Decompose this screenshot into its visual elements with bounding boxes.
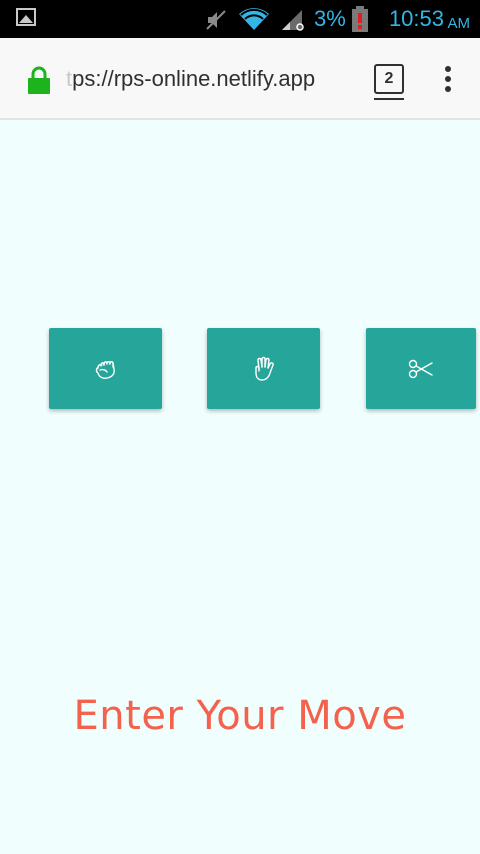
menu-dot (445, 66, 451, 72)
browser-toolbar: tps://rps-online.netlify.app 2 (0, 38, 480, 120)
enter-move-prompt: Enter Your Move (73, 693, 407, 739)
clock-time: 10:53 (388, 6, 444, 31)
url-text: ps://rps-online.netlify.app (72, 66, 316, 91)
menu-dot (445, 76, 451, 82)
clock-ampm: AM (447, 15, 471, 32)
gallery-icon (16, 8, 36, 26)
scissors-button[interactable] (366, 328, 476, 409)
wifi-icon (239, 8, 269, 31)
rock-button[interactable] (49, 328, 162, 409)
battery-percent: 3% (314, 6, 346, 31)
paper-button[interactable] (207, 328, 320, 409)
overflow-menu-button[interactable] (440, 66, 456, 96)
battery-alert-icon (352, 6, 368, 32)
menu-dot (445, 86, 451, 92)
mute-icon (206, 10, 226, 30)
tab-switcher-underline (374, 98, 404, 100)
tab-switcher-button[interactable]: 2 (374, 64, 404, 94)
status-bar: 3% 10:53 AM (0, 0, 480, 38)
fist-icon (95, 360, 115, 379)
lock-icon (28, 66, 50, 94)
scissors-icon (408, 359, 433, 378)
signal-icon (282, 10, 304, 31)
hand-icon (254, 356, 274, 381)
url-field[interactable]: tps://rps-online.netlify.app (66, 64, 315, 94)
